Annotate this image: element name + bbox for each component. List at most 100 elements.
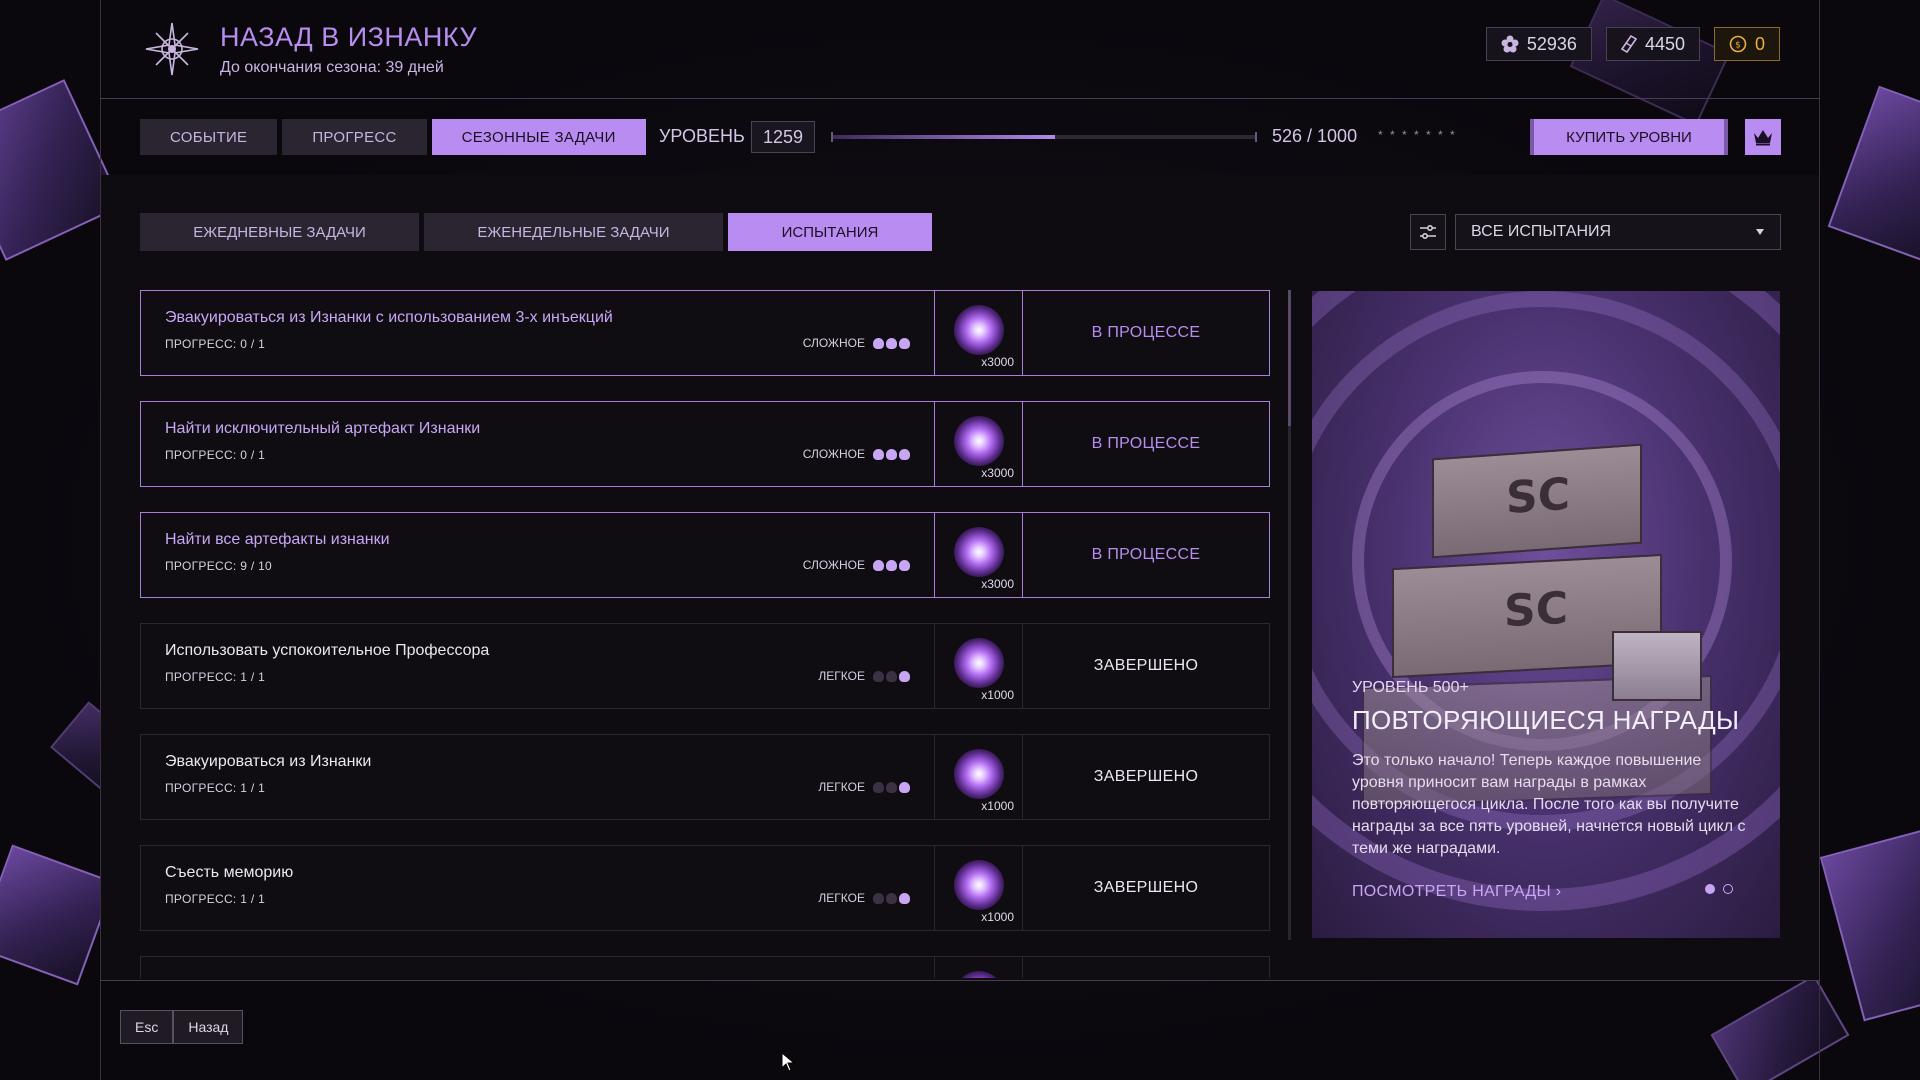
reward-orb-icon <box>954 527 1004 577</box>
main-tabs: СОБЫТИЕ ПРОГРЕСС СЕЗОННЫЕ ЗАДАЧИ <box>140 119 646 155</box>
buy-levels-button[interactable]: КУПИТЬ УРОВНИ <box>1530 119 1728 155</box>
task-status: В ПРОЦЕССЕ <box>1091 546 1201 563</box>
skull-icon <box>899 559 910 571</box>
task-difficulty: ЛЕГКОЕ <box>818 780 910 794</box>
task-row-partial[interactable] <box>140 956 1270 978</box>
reward-quantity: x1000 <box>981 688 1014 702</box>
task-status: ЗАВЕРШЕНО <box>1093 879 1199 896</box>
skull-icon <box>886 559 897 571</box>
task-status: ЗАВЕРШЕНО <box>1093 657 1199 674</box>
scrollbar-thumb[interactable] <box>1288 290 1291 426</box>
task-name: Использовать успокоительное Профессора <box>165 642 490 659</box>
task-status <box>1023 957 1269 978</box>
difficulty-label: СЛОЖНОЕ <box>802 558 865 572</box>
task-info: Эвакуироваться из Изнанки с использовани… <box>141 291 935 375</box>
crown-icon <box>1754 130 1772 146</box>
task-name: Эвакуироваться из Изнанки с использовани… <box>165 309 613 326</box>
difficulty-skulls <box>873 670 910 682</box>
task-row[interactable]: Съесть меморию ПРОГРЕСС: 1 / 1 ЛЕГКОЕ x1… <box>140 845 1270 931</box>
subtab-daily[interactable]: ЕЖЕДНЕВНЫЕ ЗАДАЧИ <box>140 213 419 251</box>
task-row[interactable]: Эвакуироваться из Изнанки с использовани… <box>140 290 1270 376</box>
frame-line <box>100 98 1820 99</box>
crate: SC <box>1432 443 1642 559</box>
task-list-scrollbar[interactable] <box>1288 290 1291 940</box>
task-difficulty: СЛОЖНОЕ <box>803 558 910 572</box>
pagination-dot-active[interactable] <box>1705 884 1715 894</box>
reward-quantity: x3000 <box>981 466 1014 480</box>
task-info: Найти исключительный артефакт Изнанки ПР… <box>141 402 935 486</box>
task-progress: ПРОГРЕСС: 0 / 1 <box>165 448 266 462</box>
task-row[interactable]: Эвакуироваться из Изнанки ПРОГРЕСС: 1 / … <box>140 734 1270 820</box>
difficulty-skulls <box>873 559 910 571</box>
reward-quantity: x1000 <box>981 910 1014 924</box>
currency-bar: 52936 4450 $ 0 <box>1485 27 1780 61</box>
subtab-weekly[interactable]: ЕЖЕНЕДЕЛЬНЫЕ ЗАДАЧИ <box>424 213 723 251</box>
difficulty-skulls <box>873 892 910 904</box>
skull-icon <box>886 781 897 793</box>
progress-cap <box>1255 132 1257 142</box>
promo-text: УРОВЕНЬ 500+ ПОВТОРЯЮЩИЕСЯ НАГРАДЫ Это т… <box>1352 679 1752 860</box>
frame-line <box>1819 0 1820 1080</box>
promo-subtitle: УРОВЕНЬ 500+ <box>1352 679 1469 696</box>
crate-label: SC <box>1506 468 1570 525</box>
frame-line <box>100 980 1820 981</box>
skull-icon <box>886 670 897 682</box>
currency-tickets[interactable]: 4450 <box>1605 27 1700 61</box>
pagination-dot[interactable] <box>1723 884 1733 894</box>
promo-pagination <box>1705 884 1733 894</box>
currency-coins-value: 0 <box>1754 33 1765 54</box>
currency-coins[interactable]: $ 0 <box>1713 27 1780 61</box>
reward-quantity: x3000 <box>981 577 1014 591</box>
flower-icon <box>1501 35 1519 53</box>
season-logo-icon <box>140 17 204 81</box>
task-difficulty: ЛЕГКОЕ <box>818 891 910 905</box>
promo-card[interactable]: SC SC УРОВЕНЬ 500+ ПОВТОРЯЮЩИЕСЯ НАГРАДЫ… <box>1312 291 1780 938</box>
decorative-shard <box>1710 974 1850 1080</box>
skull-icon <box>886 892 897 904</box>
esc-key-hint[interactable]: Esc <box>120 1010 174 1044</box>
task-status: В ПРОЦЕССЕ <box>1091 435 1201 452</box>
task-name: Эвакуироваться из Изнанки <box>165 753 372 770</box>
back-button[interactable]: Назад <box>173 1010 244 1044</box>
skull-icon <box>886 448 897 460</box>
filter-settings-button[interactable] <box>1410 214 1446 250</box>
crown-button[interactable] <box>1745 119 1781 155</box>
crate-label: SC <box>1504 582 1568 638</box>
level-progress-text: 526 / 1000 <box>1272 126 1358 146</box>
decorative-shard <box>1819 828 1920 1022</box>
difficulty-label: СЛОЖНОЕ <box>802 447 865 461</box>
tab-event[interactable]: СОБЫТИЕ <box>140 119 278 155</box>
promo-description: Это только начало! Теперь каждое повышен… <box>1352 752 1746 857</box>
sliders-icon <box>1420 224 1436 240</box>
view-rewards-link[interactable]: ПОСМОТРЕТЬ НАГРАДЫ › <box>1352 883 1561 901</box>
reward-orb-icon <box>954 416 1004 466</box>
task-row[interactable]: Найти все артефакты изнанки ПРОГРЕСС: 9 … <box>140 512 1270 598</box>
task-info: Эвакуироваться из Изнанки ПРОГРЕСС: 1 / … <box>141 735 935 819</box>
challenges-filter-dropdown[interactable]: ВСЕ ИСПЫТАНИЯ <box>1455 214 1781 250</box>
chevron-down-icon <box>1756 229 1764 235</box>
task-row[interactable]: Использовать успокоительное Профессора П… <box>140 623 1270 709</box>
skull-icon <box>873 781 884 793</box>
currency-flowers[interactable]: 52936 <box>1485 27 1592 61</box>
skull-icon <box>899 670 910 682</box>
task-difficulty: ЛЕГКОЕ <box>818 669 910 683</box>
view-rewards-label: ПОСМОТРЕТЬ НАГРАДЫ <box>1352 883 1552 900</box>
difficulty-label: ЛЕГКОЕ <box>818 780 865 794</box>
task-reward: x3000 <box>935 513 1023 597</box>
page-title: НАЗАД В ИЗНАНКУ <box>220 21 478 52</box>
tab-seasonal-tasks[interactable]: СЕЗОННЫЕ ЗАДАЧИ <box>431 119 646 155</box>
skull-icon <box>873 892 884 904</box>
task-progress: ПРОГРЕСС: 1 / 1 <box>165 781 266 795</box>
level-progress-bar <box>831 132 1257 142</box>
task-row[interactable]: Найти исключительный артефакт Изнанки ПР… <box>140 401 1270 487</box>
task-info: Съесть меморию ПРОГРЕСС: 1 / 1 ЛЕГКОЕ <box>141 846 935 930</box>
tab-progress[interactable]: ПРОГРЕСС <box>282 119 427 155</box>
level-progress-fill <box>832 135 1056 139</box>
currency-flowers-value: 52936 <box>1526 33 1577 54</box>
subtab-challenges[interactable]: ИСПЫТАНИЯ <box>728 213 932 251</box>
task-reward: x3000 <box>935 291 1023 375</box>
difficulty-skulls <box>873 337 910 349</box>
ticket-icon <box>1620 35 1637 53</box>
task-reward: x1000 <box>935 846 1023 930</box>
dropdown-selected: ВСЕ ИСПЫТАНИЯ <box>1471 223 1612 240</box>
